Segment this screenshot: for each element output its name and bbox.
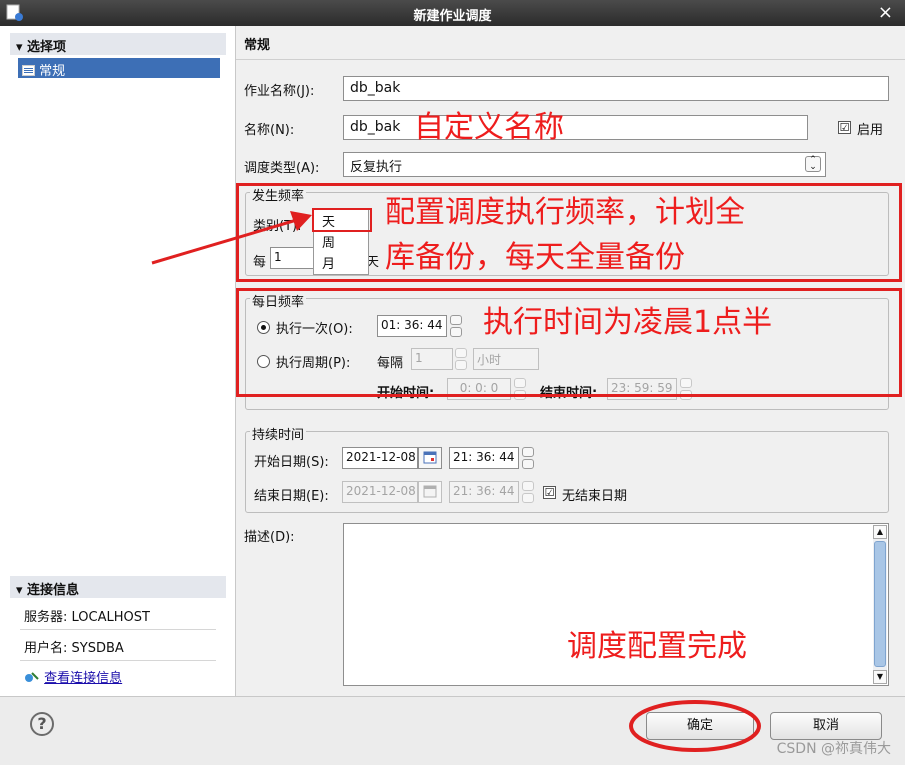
watermark: CSDN @祢真伟大 xyxy=(776,741,891,757)
start-date-label: 开始日期(S): xyxy=(254,455,329,470)
sidebar-item-general[interactable]: 常规 xyxy=(18,58,220,79)
connection-icon xyxy=(25,672,39,682)
scroll-thumb[interactable] xyxy=(874,541,886,667)
scroll-up-icon[interactable]: ▲ xyxy=(873,525,887,539)
schedule-type-label: 调度类型(A): xyxy=(244,161,320,176)
description-label: 描述(D): xyxy=(244,530,295,545)
annotation-done: 调度配置完成 xyxy=(567,629,747,664)
ok-button-highlight-ellipse xyxy=(629,700,761,752)
page-title: 常规 xyxy=(244,38,271,53)
view-connection-link[interactable]: 查看连接信息 xyxy=(24,667,214,686)
scroll-down-icon[interactable]: ▼ xyxy=(873,670,887,684)
sidebar-header-options[interactable]: ▾ 选择项 xyxy=(10,33,226,55)
name-input[interactable]: db_bak xyxy=(343,115,808,140)
start-time-of-day-input[interactable]: 21: 36: 44 xyxy=(449,447,519,469)
no-end-date-label: 无结束日期 xyxy=(562,489,628,504)
calendar-icon[interactable] xyxy=(418,481,442,503)
chevron-updown-icon: ⌃ ⌄ xyxy=(805,156,821,172)
annotation-frequency-line2: 库备份，每天全量备份 xyxy=(385,240,685,275)
duration-group-label: 持续时间 xyxy=(250,424,307,443)
server-info: 服务器: LOCALHOST xyxy=(24,610,150,625)
cancel-button[interactable]: 取消 xyxy=(770,712,882,740)
end-time-of-day-input[interactable]: 21: 36: 44 xyxy=(449,481,519,503)
annotation-exec-time: 执行时间为凌晨1点半 xyxy=(483,305,773,340)
category-highlight-box xyxy=(312,208,372,232)
view-connection-link-text[interactable]: 查看连接信息 xyxy=(44,671,122,686)
user-info: 用户名: SYSDBA xyxy=(24,641,124,656)
end-time-of-day-spinner[interactable] xyxy=(522,481,534,503)
schedule-type-select[interactable]: 反复执行 ⌃ ⌄ xyxy=(343,152,826,177)
description-scrollbar[interactable]: ▲ ▼ xyxy=(873,525,887,684)
end-date-input[interactable]: 2021-12-08 xyxy=(342,481,418,503)
enable-checkbox[interactable]: ☑ xyxy=(838,121,851,134)
job-name-label: 作业名称(J): xyxy=(244,84,315,99)
title-bar: 新建作业调度 × xyxy=(0,0,905,26)
window-title: 新建作业调度 xyxy=(413,9,492,24)
list-icon xyxy=(22,65,35,76)
divider xyxy=(236,59,905,60)
calendar-icon[interactable] xyxy=(418,447,442,469)
annotation-custom-name: 自定义名称 xyxy=(414,110,564,145)
enable-label: 启用 xyxy=(857,123,884,138)
sidebar-item-label: 常规 xyxy=(39,64,66,79)
start-time-of-day-spinner[interactable] xyxy=(522,447,534,469)
divider xyxy=(20,629,216,630)
help-icon[interactable]: ? xyxy=(30,712,54,736)
name-label: 名称(N): xyxy=(244,123,295,138)
no-end-date-checkbox[interactable]: ☑ xyxy=(543,486,556,499)
schedule-type-value: 反复执行 xyxy=(350,160,403,175)
divider xyxy=(20,660,216,661)
arrow-icon xyxy=(151,211,312,265)
end-date-label: 结束日期(E): xyxy=(254,489,329,504)
job-name-input[interactable]: db_bak xyxy=(343,76,889,101)
sidebar-header-connection[interactable]: ▾ 连接信息 xyxy=(10,576,226,598)
start-date-input[interactable]: 2021-12-08 xyxy=(342,447,418,469)
annotation-frequency-line1: 配置调度执行频率，计划全 xyxy=(385,195,745,230)
close-icon[interactable]: × xyxy=(878,2,893,23)
